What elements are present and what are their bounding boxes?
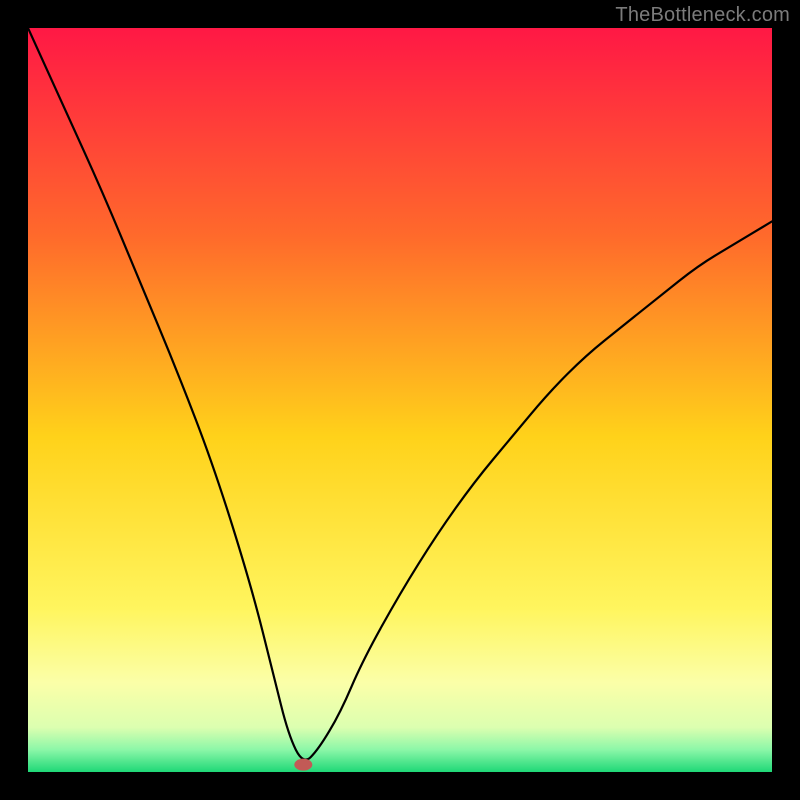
watermark-label: TheBottleneck.com [615, 4, 790, 27]
plot-area [28, 28, 772, 772]
plot-svg [28, 28, 772, 772]
optimum-marker [294, 759, 312, 771]
chart-frame: TheBottleneck.com [0, 0, 800, 800]
gradient-background [28, 28, 772, 772]
